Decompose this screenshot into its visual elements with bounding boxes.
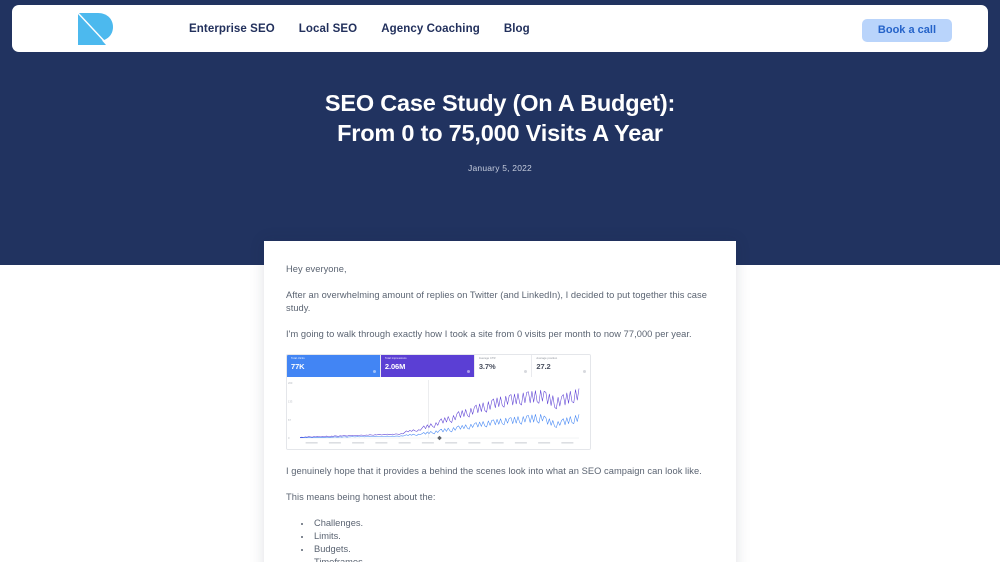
list-item: Timeframes. [312,556,714,562]
article-paragraph: This means being honest about the: [286,492,436,502]
search-console-chart-image: Total clicks 77K Total impressions 2.06M… [286,354,591,450]
info-dot-icon [582,370,586,373]
article-paragraph: I'm going to walk through exactly how I … [286,329,692,339]
list-item: Limits. [312,530,714,543]
article-bullet-list: Challenges. Limits. Budgets. Timeframes.… [312,517,714,562]
metric-card-total-clicks[interactable]: Total clicks 77K [287,355,381,377]
info-dot-icon [372,370,376,373]
list-item: Challenges. [312,517,714,530]
publish-date: January 5, 2022 [468,163,532,173]
metric-value: 3.7% [478,362,496,371]
article-card: Hey everyone, After an overwhelming amou… [264,241,736,562]
page-title: SEO Case Study (On A Budget): From 0 to … [324,90,676,146]
logo-mark-icon [77,12,113,45]
chart-plot-area: 0 67 133 200 [287,377,590,449]
top-navigation-bar: Enterprise SEO Local SEO Agency Coaching… [12,5,988,52]
metric-value: 2.06M [384,362,406,371]
hero-section: SEO Case Study (On A Budget): From 0 to … [0,88,1000,173]
metric-card-total-impressions[interactable]: Total impressions 2.06M [380,355,475,377]
logo-link[interactable] [74,11,116,47]
metric-value: 27.2 [536,362,551,371]
nav-link-local-seo[interactable]: Local SEO [287,17,369,41]
list-item: Budgets. [312,543,714,556]
info-dot-icon [466,370,470,373]
metric-card-average-ctr[interactable]: Average CTR 3.7% [474,355,533,377]
article-paragraph: After an overwhelming amount of replies … [286,290,707,313]
svg-text:67: 67 [288,418,291,422]
info-dot-icon [524,370,528,373]
nav-link-blog[interactable]: Blog [492,17,542,41]
metric-card-average-position[interactable]: Average position 27.2 [532,355,590,377]
svg-text:133: 133 [288,400,293,404]
article-paragraph: I genuinely hope that it provides a behi… [286,466,702,476]
book-a-call-button[interactable]: Book a call [861,19,952,42]
chart-svg: 0 67 133 200 [288,380,580,444]
nav-links: Enterprise SEO Local SEO Agency Coaching… [177,5,542,52]
svg-text:200: 200 [288,381,293,385]
chart-metric-cards: Total clicks 77K Total impressions 2.06M… [287,355,590,377]
nav-link-enterprise-seo[interactable]: Enterprise SEO [177,17,287,41]
metric-value: 77K [291,362,305,371]
nav-link-agency-coaching[interactable]: Agency Coaching [369,17,492,41]
article-paragraph: Hey everyone, [286,264,347,274]
svg-text:0: 0 [288,436,290,440]
page-root: Enterprise SEO Local SEO Agency Coaching… [0,0,1000,562]
